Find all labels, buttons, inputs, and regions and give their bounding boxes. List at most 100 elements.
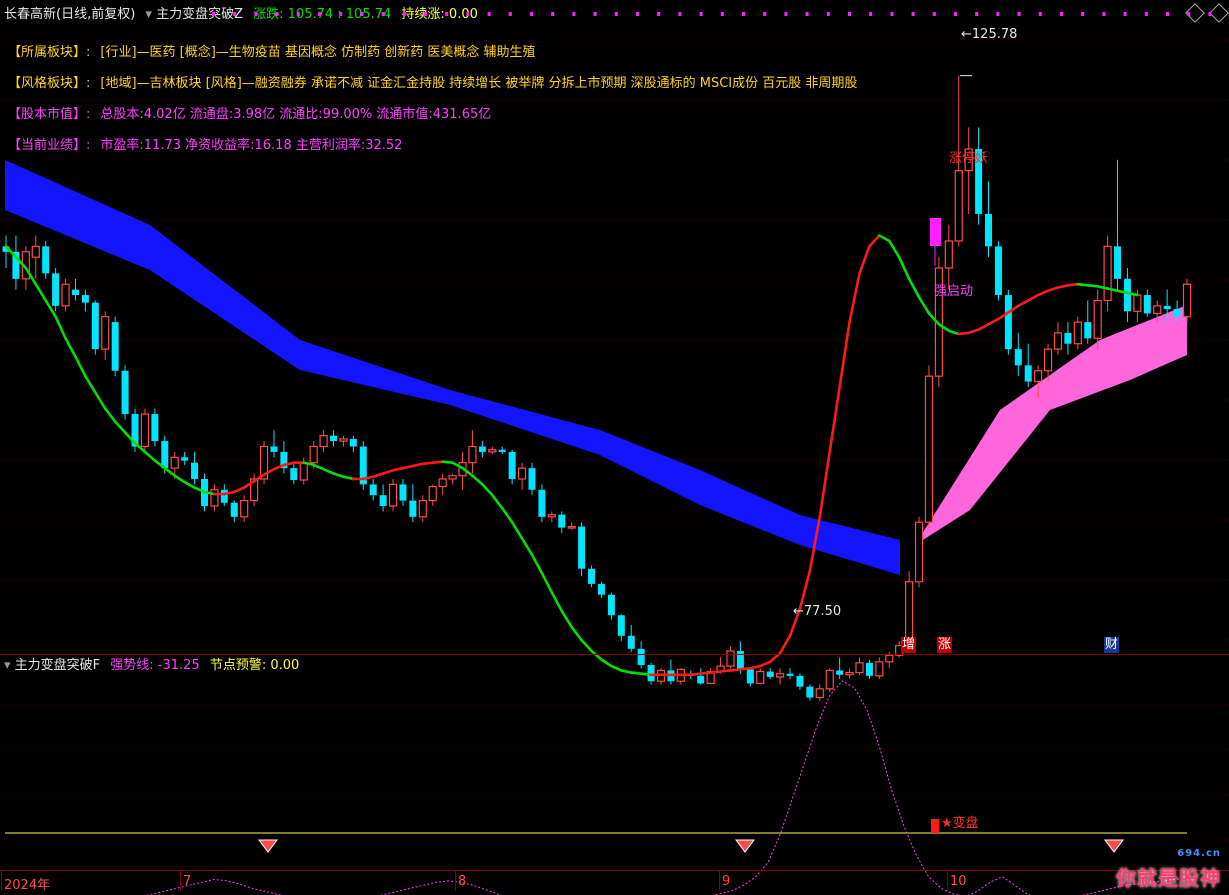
axis-tick-label: 8 (458, 874, 467, 889)
candle-body (1143, 295, 1151, 314)
ma-segment (838, 320, 851, 389)
watermark: 694.cn 你就是股神 (1116, 848, 1221, 890)
chart-canvas (0, 12, 1229, 895)
top-marker (869, 12, 873, 16)
candle-body (558, 514, 566, 528)
ma-segment (74, 355, 87, 378)
candle-body (1024, 365, 1032, 382)
candle-body (369, 484, 377, 496)
ma-segment (312, 463, 325, 471)
ma-segment (887, 239, 901, 259)
top-marker (508, 12, 512, 16)
top-marker (1017, 12, 1021, 16)
sub-indicator-name[interactable]: 主力变盘突破F (15, 658, 100, 673)
ma-segment (639, 672, 653, 677)
top-marker (1144, 12, 1148, 16)
ma-segment (332, 472, 345, 479)
candle-body (588, 568, 596, 584)
axis-tick (180, 871, 181, 891)
candle-body (875, 661, 884, 677)
ma-segment (778, 634, 792, 655)
candle-body (508, 451, 516, 479)
ma-segment (54, 315, 67, 340)
candle-body (1084, 322, 1092, 339)
top-marker (699, 12, 703, 16)
low-price-label: ←77.50 (793, 604, 842, 619)
bianpan-bar (931, 819, 939, 833)
ma-segment (34, 282, 47, 302)
axis-tick (455, 871, 456, 891)
candle-body (270, 446, 278, 452)
candle-body (885, 654, 894, 663)
top-marker (763, 12, 767, 16)
top-marker (487, 12, 491, 16)
high-price-label: ←125.78 (961, 27, 1018, 42)
candle-body (994, 246, 1002, 296)
top-marker (826, 12, 830, 16)
ma-segment (550, 591, 564, 613)
candle-body (1093, 299, 1102, 339)
ma-segment (1056, 284, 1070, 289)
candle-body (319, 435, 328, 448)
top-marker (890, 12, 894, 16)
ma-segment (719, 669, 732, 673)
top-marker (1123, 12, 1127, 16)
mark-zeng[interactable]: 增 (901, 637, 917, 653)
ma-segment (342, 475, 355, 481)
candle-body (1133, 294, 1142, 312)
candle-body (498, 449, 506, 452)
top-marker (911, 12, 915, 16)
candle-body (290, 468, 298, 481)
candle-body (944, 240, 953, 269)
candle-body (1114, 246, 1122, 279)
candle-body (637, 648, 645, 666)
top-marker (932, 12, 936, 16)
candle-body (339, 438, 348, 442)
top-marker (996, 12, 1000, 16)
ma-segment (580, 638, 593, 653)
sub-toggle-icon[interactable]: ▾ (4, 658, 11, 673)
node-alert-icon (735, 839, 755, 853)
node-alert-icon (1104, 839, 1124, 853)
ma-segment (699, 671, 712, 675)
candle-body (161, 441, 169, 469)
top-marker (784, 12, 788, 16)
ma-segment (878, 234, 891, 243)
top-marker (466, 12, 470, 16)
candle-body (1064, 332, 1072, 344)
candle-body (756, 670, 765, 685)
ma-segment (689, 672, 703, 677)
ma-segment (967, 328, 980, 335)
candle-body (42, 246, 50, 274)
top-marker (275, 12, 279, 16)
candle-body (409, 500, 417, 517)
ma-segment (421, 461, 435, 466)
candle-body (985, 213, 993, 247)
top-marker (339, 12, 343, 16)
candle-body (52, 273, 60, 306)
ma-segment (471, 474, 484, 486)
ma-segment (818, 450, 832, 519)
candle-body (81, 295, 89, 303)
ma-segment (987, 317, 1000, 326)
blue-resistance-band (5, 160, 900, 575)
candle-body (1043, 348, 1053, 372)
ma-segment (1076, 282, 1090, 287)
candle-body (517, 467, 527, 480)
strong-line-series (145, 680, 1188, 895)
ma-segment (84, 374, 97, 394)
top-marker (212, 12, 215, 16)
ma-segment (897, 255, 911, 281)
candle-body (796, 675, 804, 687)
candle-body (379, 495, 387, 506)
candle-body (299, 462, 308, 481)
ma-segment (907, 277, 921, 299)
mark-cai[interactable]: 财 (1104, 637, 1120, 653)
ma-segment (858, 245, 871, 275)
top-marker (1102, 12, 1106, 16)
ma-segment (1046, 286, 1060, 293)
candle-body (647, 665, 655, 682)
candle-body (815, 688, 824, 699)
ma-segment (957, 331, 970, 336)
mark-zhang[interactable]: 涨 (937, 637, 953, 653)
